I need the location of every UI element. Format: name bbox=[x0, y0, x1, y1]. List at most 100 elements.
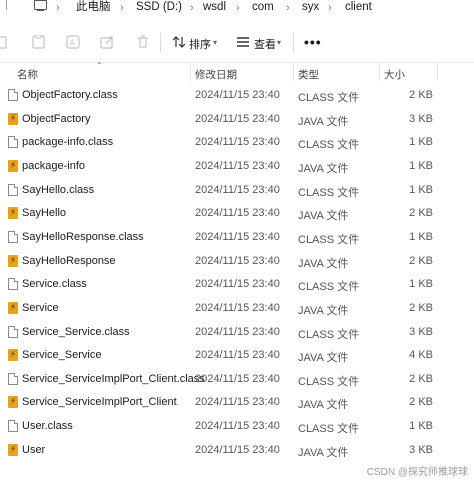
file-size: 3 KB bbox=[409, 112, 433, 125]
column-header-row: ⌃ 名称 修改日期 类型 大小 bbox=[0, 61, 474, 82]
column-header-modified[interactable]: 修改日期 bbox=[195, 67, 237, 82]
class-file-icon bbox=[8, 136, 18, 149]
file-name: package-info bbox=[22, 159, 85, 172]
view-label: 查看 bbox=[254, 39, 276, 51]
file-name: SayHello bbox=[22, 207, 67, 220]
file-name: Service.class bbox=[22, 278, 87, 291]
file-row[interactable]: ObjectFactory.class 2024/11/15 23:40 CLASS… bbox=[0, 84, 474, 107]
toolbar-divider bbox=[293, 33, 294, 53]
file-modified-date: 2024/11/15 23:40 bbox=[195, 325, 280, 338]
column-header-type[interactable]: 类型 bbox=[298, 67, 319, 82]
file-size: 1 KB bbox=[409, 420, 433, 433]
file-modified-date: 2024/11/15 23:40 bbox=[195, 372, 280, 385]
file-size: 1 KB bbox=[409, 183, 433, 196]
file-row[interactable]: SayHello 2024/11/15 23:40 JAVA 文件 2 KB bbox=[0, 202, 474, 225]
file-name: SayHelloResponse.class bbox=[22, 230, 144, 243]
file-size: 1 KB bbox=[409, 136, 433, 149]
watermark: CSDN @探究师推球球 bbox=[366, 467, 468, 478]
file-row[interactable]: Service_Service 2024/11/15 23:40 JAVA 文件 4 … bbox=[0, 344, 474, 367]
breadcrumb-drive[interactable]: SSD (D:) bbox=[136, 0, 182, 14]
java-file-icon bbox=[8, 301, 18, 314]
paste-icon[interactable] bbox=[0, 35, 8, 49]
java-file-icon bbox=[8, 112, 18, 125]
file-size: 1 KB bbox=[409, 159, 433, 172]
copy-icon[interactable] bbox=[32, 35, 46, 49]
sort-label: 排序 bbox=[189, 39, 211, 51]
breadcrumb-wsdl[interactable]: wsdl bbox=[203, 0, 226, 14]
breadcrumb-this-pc[interactable]: 此电脑 bbox=[76, 0, 111, 14]
chevron-right-icon: › bbox=[56, 2, 60, 14]
file-modified-date: 2024/11/15 23:40 bbox=[195, 396, 280, 409]
file-name: package-info.class bbox=[22, 136, 114, 149]
java-file-icon bbox=[8, 395, 18, 409]
file-row[interactable]: Service_ServiceImplPort_Client 2024/11/15… bbox=[0, 391, 474, 414]
chevron-right-icon: › bbox=[120, 2, 124, 14]
file-row[interactable]: ObjectFactory 2024/11/15 23:40 JAVA 文件 3 KB bbox=[0, 108, 474, 131]
column-header-size[interactable]: 大小 bbox=[384, 67, 405, 82]
file-row[interactable]: Service_ServiceImplPort_Client.class 2024… bbox=[0, 368, 474, 391]
file-size: 3 KB bbox=[409, 443, 433, 456]
file-type: CLASS 文件 bbox=[298, 281, 360, 294]
file-modified-date: 2024/11/15 23:40 bbox=[195, 112, 280, 125]
address-bar[interactable]: › 此电脑 › SSD (D:) › wsdl › com › syx › cl… bbox=[0, 0, 474, 18]
file-type: JAVA 文件 bbox=[298, 257, 349, 270]
file-type: CLASS 文件 bbox=[298, 186, 360, 199]
file-size: 4 KB bbox=[409, 349, 433, 362]
file-size: 2 KB bbox=[409, 207, 433, 220]
file-row[interactable]: User.class 2024/11/15 23:40 CLASS 文件 1 KB bbox=[0, 415, 474, 438]
file-type: CLASS 文件 bbox=[298, 233, 360, 246]
file-type: CLASS 文件 bbox=[298, 92, 360, 104]
breadcrumb-com[interactable]: com bbox=[252, 0, 274, 14]
file-size: 2 KB bbox=[409, 396, 433, 409]
file-row[interactable]: Service.class 2024/11/15 23:40 CLASS 文件 1 K… bbox=[0, 273, 474, 296]
class-file-icon bbox=[8, 89, 18, 101]
file-row[interactable]: package-info 2024/11/15 23:40 JAVA 文件 1 KB bbox=[0, 155, 474, 178]
file-type: JAVA 文件 bbox=[298, 115, 349, 128]
java-file-icon bbox=[8, 254, 18, 267]
view-icon bbox=[237, 37, 249, 47]
file-name: Service_ServiceImplPort_Client bbox=[22, 396, 177, 409]
file-modified-date: 2024/11/15 23:40 bbox=[195, 183, 280, 196]
class-file-icon bbox=[8, 325, 18, 338]
sort-ascending-icon: ⌃ bbox=[96, 61, 103, 70]
class-file-icon bbox=[8, 278, 18, 291]
chevron-down-icon: ▾ bbox=[277, 38, 282, 47]
file-type: CLASS 文件 bbox=[298, 139, 360, 152]
more-options-button[interactable]: ••• bbox=[304, 35, 322, 49]
java-file-icon bbox=[8, 206, 18, 220]
column-divider[interactable] bbox=[293, 63, 294, 81]
file-size: 2 KB bbox=[409, 254, 433, 267]
file-row[interactable]: SayHelloResponse 2024/11/15 23:40 JAVA 文件 2… bbox=[0, 250, 474, 273]
nav-edge bbox=[0, 0, 7, 10]
breadcrumb-client[interactable]: client bbox=[345, 0, 372, 14]
column-header-name[interactable]: 名称 bbox=[17, 67, 38, 82]
file-row[interactable]: Service 2024/11/15 23:40 JAVA 文件 2 KB bbox=[0, 297, 474, 320]
rename-icon[interactable]: A bbox=[66, 35, 80, 49]
breadcrumb-syx[interactable]: syx bbox=[302, 0, 319, 14]
file-size: 2 KB bbox=[409, 372, 433, 385]
file-size: 1 KB bbox=[409, 230, 433, 243]
file-name: Service bbox=[22, 301, 59, 314]
file-name: Service_Service.class bbox=[22, 325, 130, 338]
file-row[interactable]: User 2024/11/15 23:40 JAVA 文件 3 KB bbox=[0, 439, 474, 462]
share-icon[interactable] bbox=[100, 35, 114, 49]
file-size: 3 KB bbox=[409, 325, 433, 338]
delete-icon[interactable] bbox=[136, 35, 150, 49]
file-row[interactable]: Service_Service.class 2024/11/15 23:40 CLA… bbox=[0, 321, 474, 344]
file-row[interactable]: package-info.class 2024/11/15 23:40 CLASS … bbox=[0, 131, 474, 154]
sort-icon bbox=[172, 36, 186, 48]
file-name: SayHelloResponse bbox=[22, 254, 116, 267]
file-modified-date: 2024/11/15 23:40 bbox=[195, 136, 280, 149]
column-divider[interactable] bbox=[190, 63, 191, 81]
file-row[interactable]: SayHelloResponse.class 2024/11/15 23:40 CL… bbox=[0, 226, 474, 249]
java-file-icon bbox=[8, 348, 18, 362]
column-divider[interactable] bbox=[437, 63, 438, 81]
file-modified-date: 2024/11/15 23:40 bbox=[195, 443, 280, 456]
file-name: ObjectFactory.class bbox=[22, 89, 118, 101]
file-row[interactable]: SayHello.class 2024/11/15 23:40 CLASS 文件 1 … bbox=[0, 179, 474, 202]
file-modified-date: 2024/11/15 23:40 bbox=[195, 207, 280, 220]
java-file-icon bbox=[8, 443, 18, 456]
file-modified-date: 2024/11/15 23:40 bbox=[195, 301, 280, 314]
column-divider[interactable] bbox=[379, 63, 380, 81]
svg-text:A: A bbox=[70, 39, 76, 48]
